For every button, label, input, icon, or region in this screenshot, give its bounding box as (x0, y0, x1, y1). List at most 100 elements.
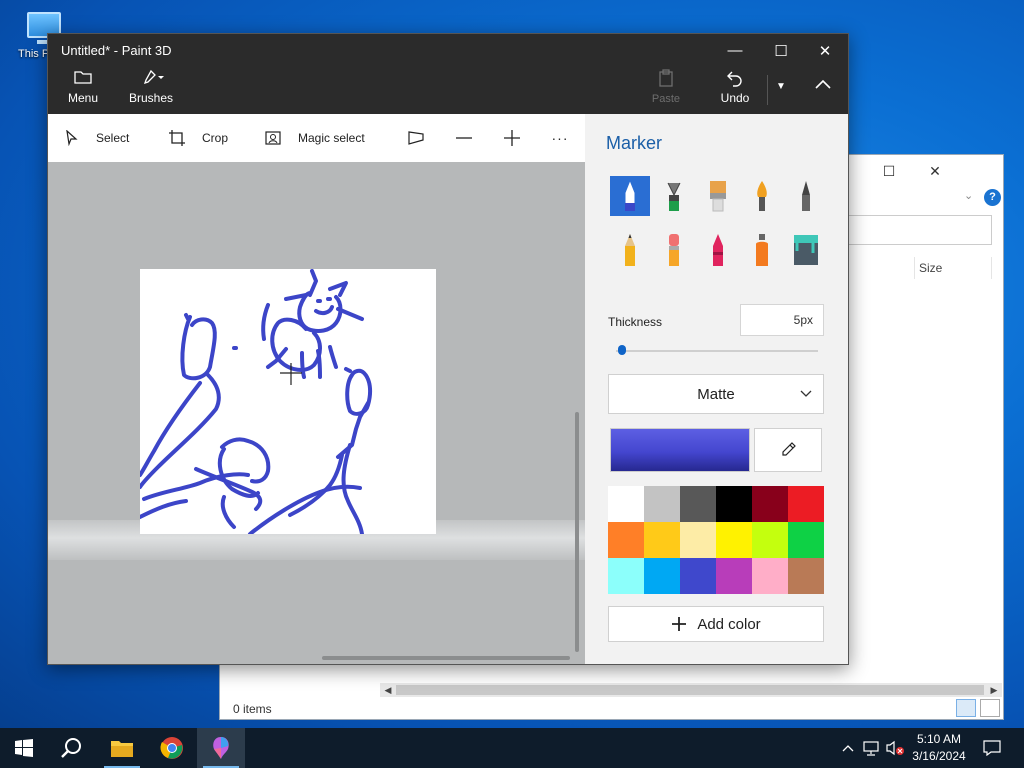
menu-label: Menu (67, 91, 99, 105)
pencil-icon (625, 234, 635, 266)
palette-swatch[interactable] (716, 486, 752, 522)
palette-swatch[interactable] (788, 486, 824, 522)
more-options-button[interactable]: ··· (550, 128, 570, 148)
crop-tool[interactable]: Crop (168, 114, 228, 162)
crayon-icon (713, 234, 723, 266)
palette-swatch[interactable] (752, 486, 788, 522)
explorer-restore-button[interactable]: ☐ (866, 155, 912, 187)
oil-brush-button[interactable] (698, 176, 738, 216)
watercolor-button[interactable] (742, 176, 782, 216)
workspace[interactable] (48, 162, 585, 664)
eyedropper-button[interactable] (754, 428, 822, 472)
palette-swatch[interactable] (608, 486, 644, 522)
undo-button[interactable]: Undo (718, 69, 752, 105)
thickness-slider[interactable] (616, 350, 818, 352)
eraser-button[interactable] (654, 230, 694, 270)
pixel-pen-button[interactable] (786, 176, 826, 216)
palette-swatch[interactable] (716, 558, 752, 594)
palette-swatch[interactable] (752, 522, 788, 558)
palette-swatch[interactable] (680, 486, 716, 522)
palette-swatch[interactable] (788, 558, 824, 594)
volume-status[interactable] (884, 728, 906, 768)
current-color-swatch[interactable] (610, 428, 750, 472)
fill-bucket-button[interactable] (786, 230, 826, 270)
palette-swatch[interactable] (644, 522, 680, 558)
cursor-icon (66, 130, 78, 146)
close-button[interactable]: ✕ (802, 34, 848, 67)
title-bar[interactable]: Untitled* - Paint 3D — ☐ ✕ (48, 34, 848, 67)
brushes-label: Brushes (128, 91, 174, 105)
select-tool[interactable]: Select (64, 114, 129, 162)
spray-can-icon (756, 234, 768, 266)
action-center-button[interactable] (978, 728, 1006, 768)
calligraphy-pen-button[interactable] (654, 176, 694, 216)
search-icon (61, 738, 81, 758)
paste-button[interactable]: Paste (650, 69, 682, 105)
palette-swatch[interactable] (680, 522, 716, 558)
system-clock[interactable]: 5:10 AM 3/16/2024 (905, 731, 973, 765)
details-view-button[interactable] (956, 699, 976, 717)
marker-icon (625, 181, 635, 211)
large-icons-view-button[interactable] (980, 699, 1000, 717)
show-hidden-icons-button[interactable] (838, 728, 858, 768)
add-color-button[interactable]: Add color (608, 606, 824, 642)
column-header-size[interactable]: Size (914, 257, 992, 279)
menu-button[interactable]: Menu (66, 69, 100, 105)
magic-select-icon (265, 131, 281, 145)
spray-can-button[interactable] (742, 230, 782, 270)
magic-select-tool[interactable]: Magic select (264, 114, 365, 162)
thickness-label: Thickness (608, 315, 663, 329)
collapse-ribbon-icon[interactable] (814, 77, 832, 94)
pencil-button[interactable] (610, 230, 650, 270)
palette-swatch[interactable] (644, 558, 680, 594)
explorer-horizontal-scrollbar[interactable]: ◀ ▶ (380, 683, 1002, 697)
canvas-toolbar: Select Crop Magic select ··· (48, 114, 585, 162)
thickness-input[interactable]: 5px (740, 304, 824, 336)
start-button[interactable] (0, 728, 48, 768)
crop-label: Crop (202, 131, 229, 145)
view-3d-icon[interactable] (406, 128, 426, 148)
help-icon[interactable]: ? (984, 189, 1001, 206)
brushes-button[interactable]: Brushes (128, 69, 174, 105)
zoom-in-icon[interactable] (502, 128, 522, 148)
finish-dropdown[interactable]: Matte (608, 374, 824, 414)
scroll-left-icon[interactable]: ◀ (380, 683, 396, 697)
taskbar-file-explorer[interactable] (98, 728, 146, 768)
thickness-slider-thumb[interactable] (617, 345, 626, 355)
palette-swatch[interactable] (680, 558, 716, 594)
palette-swatch[interactable] (752, 558, 788, 594)
scroll-right-icon[interactable]: ▶ (986, 683, 1002, 697)
palette-swatch[interactable] (788, 522, 824, 558)
horizontal-scrollbar[interactable] (322, 656, 570, 660)
paint3d-window[interactable]: Untitled* - Paint 3D — ☐ ✕ Menu Brushes … (47, 33, 849, 665)
chevron-down-icon[interactable]: ⌄ (964, 189, 973, 202)
paint3d-icon (213, 737, 229, 759)
palette-swatch[interactable] (716, 522, 752, 558)
explorer-close-button[interactable]: ✕ (912, 155, 958, 187)
palette-swatch[interactable] (608, 558, 644, 594)
zoom-out-icon[interactable] (454, 128, 474, 148)
network-status[interactable] (860, 728, 882, 768)
taskbar-paint3d[interactable] (197, 728, 245, 768)
taskbar-chrome[interactable] (148, 728, 196, 768)
palette-swatch[interactable] (644, 486, 680, 522)
undo-label: Undo (720, 91, 750, 105)
plus-icon (672, 617, 687, 631)
palette-swatch[interactable] (608, 522, 644, 558)
vertical-scrollbar[interactable] (575, 412, 579, 652)
folder-icon (111, 741, 133, 757)
folder-icon (66, 69, 100, 89)
explorer-search-box[interactable] (848, 215, 992, 245)
maximize-button[interactable]: ☐ (758, 34, 804, 67)
minimize-button[interactable]: — (712, 34, 758, 67)
crayon-button[interactable] (698, 230, 738, 270)
marker-brush-button[interactable] (610, 176, 650, 216)
ribbon: Menu Brushes Paste Undo ▼ (48, 67, 848, 114)
paste-label: Paste (651, 93, 681, 105)
select-label: Select (96, 131, 130, 145)
history-dropdown-icon[interactable]: ▼ (776, 81, 786, 92)
drawing-canvas[interactable] (140, 269, 436, 534)
scrollbar-thumb[interactable] (396, 685, 984, 695)
search-button[interactable] (48, 728, 96, 768)
chevron-up-icon (842, 745, 854, 752)
